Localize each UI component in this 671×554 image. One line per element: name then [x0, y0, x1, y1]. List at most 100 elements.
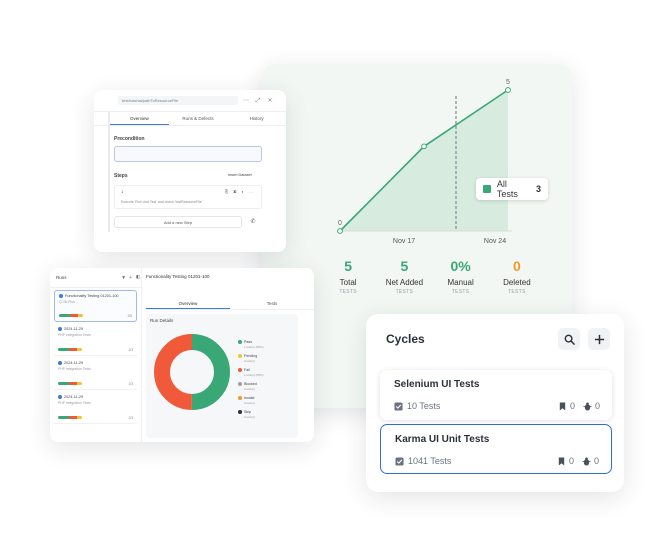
- run-item[interactable]: 2024-11-29 PHP Integration Tests 2/3: [54, 392, 137, 424]
- legend-item: Blocked 0 test(s): [238, 382, 257, 391]
- stat-label: Total: [339, 278, 357, 287]
- expand-icon[interactable]: ⤢: [254, 97, 262, 105]
- legend-label: Blocked: [244, 382, 257, 386]
- stat-value: 0%: [450, 258, 471, 274]
- stat-net-added: 5 Net Added TESTS: [376, 258, 432, 295]
- stat-deleted: 0 Deleted TESTS: [489, 258, 545, 295]
- stat-manual: 0% Manual TESTS: [433, 258, 489, 295]
- step-actions-icon[interactable]: ⎘ ▣ ◐ ⋯: [225, 189, 255, 194]
- run-title: Functionality Testing 01201-100: [146, 274, 210, 279]
- panel-toggle-icon[interactable]: ◧: [136, 274, 140, 280]
- marketing-collage: 0 5 Nov 17 Nov 24 All Tests 3 5 Total TESTS…: [0, 0, 671, 554]
- legend-label: Invalid: [244, 396, 255, 400]
- steps-label: Steps: [114, 173, 128, 179]
- editor-tabs: Overview Runs & Defects History: [94, 112, 286, 126]
- chart-point: [505, 87, 511, 93]
- more-icon[interactable]: ⋯: [242, 97, 250, 105]
- close-icon[interactable]: ✕: [266, 97, 274, 105]
- tab-tests[interactable]: Tests: [230, 298, 314, 309]
- legend-swatch: [483, 185, 491, 193]
- test-stats-row: 5 Total TESTS 5 Net Added TESTS 0% Manua…: [320, 258, 545, 295]
- stat-value: 5: [344, 258, 353, 274]
- chart-point: [337, 228, 343, 234]
- legend-label: All Tests: [496, 179, 518, 199]
- run-status-dot: [58, 361, 62, 365]
- editor-side-rail: [108, 112, 110, 232]
- legend-item: Pass 1 test(s) (50%): [238, 340, 264, 349]
- legend-sub: 1 test(s) (50%): [244, 345, 264, 350]
- legend-item: Invalid 0 test(s): [238, 396, 255, 405]
- tab-overview[interactable]: Overview: [146, 298, 230, 309]
- run-status-dot: [58, 327, 62, 331]
- run-item-title: 2024-11-29: [64, 395, 84, 399]
- plus-icon: [594, 334, 604, 344]
- cycle-name: Selenium UI Tests: [394, 379, 480, 390]
- run-item-meta: 2/3: [128, 348, 133, 352]
- legend-sub: 0 test(s): [244, 359, 255, 364]
- legend-label: Pending: [244, 354, 258, 358]
- bookmark-icon: [559, 401, 566, 411]
- bookmark-count: 0: [568, 456, 574, 466]
- bookmark-count: 0: [569, 401, 575, 411]
- phone-icon[interactable]: ✆: [246, 216, 260, 228]
- step-number: 1: [121, 189, 124, 194]
- add-step-button[interactable]: Add a new Step: [114, 216, 242, 228]
- stat-sub: TESTS: [339, 289, 357, 295]
- search-button[interactable]: [558, 328, 580, 350]
- run-details-panel: Runs ▼+ Functionality Testing 01201-100 …: [50, 268, 314, 442]
- tab-runs-defects[interactable]: Runs & Defects: [169, 112, 228, 125]
- step-row[interactable]: 1 ⎘ ▣ ◐ ⋯ Execute 'Run Unit Test' and ch…: [114, 185, 262, 209]
- bug-count: 0: [594, 401, 600, 411]
- legend-dot: [238, 340, 242, 345]
- run-item-meta: 2/5: [127, 314, 132, 318]
- legend-item: Fail 1 test(s) (50%): [238, 368, 264, 377]
- cycle-item[interactable]: Selenium UI Tests 10 Tests 0 0: [380, 370, 612, 420]
- legend-dot: [238, 368, 242, 373]
- editor-toolbar: test/tutorial/pathToResourceFile ⋯ ⤢ ✕: [94, 90, 286, 112]
- precondition-input[interactable]: [114, 146, 262, 162]
- legend-label: Fail: [244, 368, 250, 372]
- stat-sub: TESTS: [395, 289, 414, 295]
- run-item-sub: PHP Integration Tests: [58, 401, 91, 405]
- stat-label: Deleted: [503, 278, 531, 287]
- run-progress-bar: [58, 382, 82, 385]
- legend-dot: [238, 382, 242, 387]
- bookmark-icon: [558, 456, 565, 466]
- stat-value: 0: [512, 258, 521, 274]
- stat-sub: TESTS: [508, 289, 526, 295]
- legend-dot: [238, 410, 242, 415]
- cycle-tests-count: 1041 Tests: [408, 456, 452, 466]
- legend-label: Pass: [244, 340, 252, 344]
- cycle-item-selected[interactable]: Karma UI Unit Tests 1041 Tests 0 0: [380, 424, 612, 474]
- stat-label: Manual: [447, 278, 474, 287]
- run-item-sub: PHP Integration Tests: [58, 333, 91, 337]
- legend-item: Pending 0 test(s): [238, 354, 257, 363]
- bug-icon: [583, 401, 592, 411]
- run-item[interactable]: Functionality Testing 01201-100 Q: Mr.Pl…: [54, 290, 137, 322]
- chart-point: [421, 143, 427, 150]
- cycle-counters: 0 0: [557, 456, 599, 466]
- run-item[interactable]: 2024-11-29 PHP Integration Tests 2/3: [54, 358, 137, 390]
- filter-icon[interactable]: ▼+: [121, 275, 135, 281]
- chart-end-label: 5: [506, 79, 510, 86]
- search-icon: [564, 334, 575, 345]
- insert-dataset-button[interactable]: Insert Dataset: [228, 173, 252, 177]
- runs-list: Runs ▼+ Functionality Testing 01201-100 …: [50, 268, 142, 442]
- tab-history[interactable]: History: [227, 112, 286, 125]
- add-cycle-button[interactable]: [588, 328, 610, 350]
- run-item[interactable]: 2024-11-29 PHP Integration Tests 2/3: [54, 324, 137, 356]
- run-item-meta: 2/3: [128, 416, 133, 420]
- tab-overview[interactable]: Overview: [110, 112, 169, 125]
- cycle-tests: 1041 Tests: [395, 456, 451, 466]
- legend-dot: [238, 396, 242, 401]
- step-text: Execute 'Run Unit Test' and check 'testR…: [121, 200, 203, 204]
- bug-icon: [582, 456, 591, 466]
- cycle-counters: 0 0: [558, 401, 600, 411]
- cycle-tests: 10 Tests: [394, 401, 440, 411]
- run-progress-bar: [58, 348, 82, 351]
- x-tick-label: Nov 24: [484, 238, 506, 245]
- cycle-tests-count: 10 Tests: [407, 401, 441, 411]
- stat-value: 5: [400, 258, 409, 274]
- run-progress-bar: [59, 314, 83, 317]
- cycle-name: Karma UI Unit Tests: [395, 434, 490, 445]
